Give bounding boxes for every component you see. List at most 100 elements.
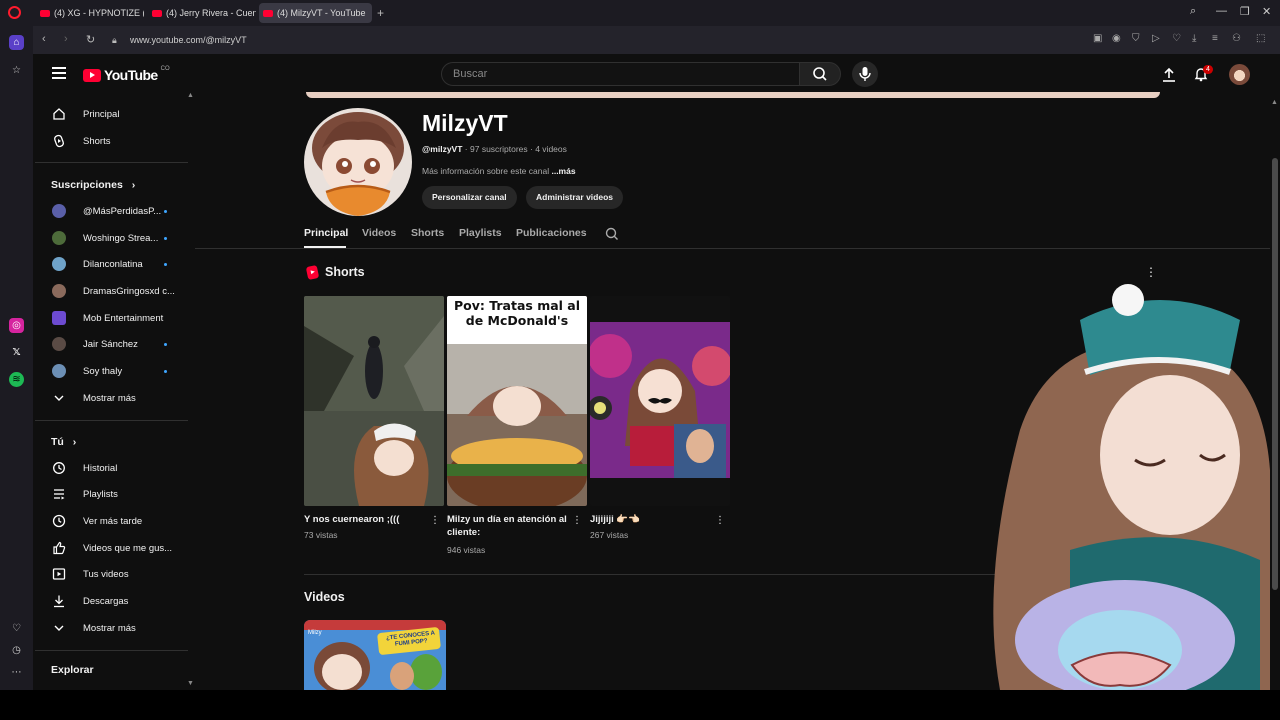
sidebar-item-your-videos[interactable]: Tus videos: [52, 564, 129, 584]
sidebar-subscription[interactable]: @MásPerdidasP...: [52, 201, 161, 221]
sidebar-item-label: Descargas: [83, 595, 129, 607]
sidebar-item-watch-later[interactable]: Ver más tarde: [52, 511, 142, 531]
url-field[interactable]: www.youtube.com/@milzyVT: [130, 35, 247, 45]
scroll-down-arrow-icon[interactable]: ▼: [187, 680, 194, 687]
browser-search-icon[interactable]: ⌕: [1190, 5, 1196, 18]
sidebar-item-historial[interactable]: Historial: [52, 458, 117, 478]
sidebar-item-playlists[interactable]: Playlists: [52, 484, 118, 504]
short-views: 73 vistas: [304, 530, 338, 540]
section-more-icon[interactable]: ⋮: [1145, 265, 1157, 279]
short-options-icon[interactable]: ⋮: [430, 515, 440, 526]
video-thumbnail[interactable]: Milzy ¿TE CONOCES A FUMI POP?: [304, 620, 446, 690]
browser-tab-bar: (4) XG - HYPNOTIZE (Offic (4) Jerry Rive…: [0, 0, 1280, 26]
tab-snap-icon[interactable]: ▣: [1093, 33, 1102, 44]
heart-icon[interactable]: ♡: [9, 621, 24, 636]
scroll-up-arrow-icon[interactable]: ▲: [187, 92, 194, 99]
history-clock-icon[interactable]: ◷: [9, 643, 24, 658]
tab-label: (4) MilzyVT - YouTube: [277, 8, 366, 18]
short-views: 946 vistas: [447, 545, 486, 555]
bookmark-heart-icon[interactable]: ♡: [1172, 33, 1181, 44]
download-icon[interactable]: ⤓: [1192, 33, 1196, 44]
spotify-icon[interactable]: ≋: [9, 372, 24, 387]
history-icon: [52, 461, 66, 475]
sidebar-item-shorts[interactable]: Shorts: [52, 131, 110, 151]
easy-setup-icon[interactable]: ≡: [1212, 33, 1218, 44]
channel-search-icon[interactable]: [605, 227, 619, 241]
tab-shorts[interactable]: Shorts: [411, 227, 444, 239]
browser-tab[interactable]: (4) XG - HYPNOTIZE (Offic: [36, 3, 144, 23]
account-avatar[interactable]: [1229, 64, 1250, 85]
short-title[interactable]: Jijijiji 👉🏻👈🏻: [590, 513, 715, 526]
new-content-dot: [164, 263, 167, 266]
browser-tab-active[interactable]: (4) MilzyVT - YouTube: [259, 3, 372, 23]
new-tab-icon[interactable]: +: [377, 6, 384, 20]
search-input[interactable]: Buscar: [441, 62, 799, 86]
short-options-icon[interactable]: ⋮: [572, 515, 582, 526]
youtube-logo[interactable]: YouTube CO: [83, 66, 170, 83]
sidebar-subscription[interactable]: DramasGringosxd c...: [52, 281, 175, 301]
you-header[interactable]: Tú ›: [51, 436, 76, 448]
search-button[interactable]: [799, 62, 841, 86]
manage-videos-button[interactable]: Administrar videos: [526, 186, 623, 209]
x-twitter-icon[interactable]: 𝕏: [9, 345, 24, 360]
sidebar-show-more-subs[interactable]: Mostrar más: [52, 388, 136, 408]
maximize-icon[interactable]: ❐: [1240, 5, 1250, 18]
upload-icon[interactable]: [1161, 67, 1177, 83]
camera-icon[interactable]: ◉: [1112, 33, 1121, 44]
short-thumbnail[interactable]: [304, 296, 444, 506]
vtuber-avatar-overlay: [960, 280, 1280, 690]
sidebar-subscription[interactable]: Jair Sánchez: [52, 334, 138, 354]
menu-icon[interactable]: [52, 67, 66, 79]
channel-about-link[interactable]: Más información sobre este canal ...más: [422, 166, 576, 176]
watch-later-icon: [52, 514, 66, 528]
opera-logo-icon[interactable]: [8, 6, 21, 19]
sidebar-subscription[interactable]: Dilanconlatina: [52, 254, 143, 274]
sidebar-show-more-you[interactable]: Mostrar más: [52, 618, 136, 638]
shield-icon[interactable]: ⛉: [1132, 33, 1140, 44]
tab-publicaciones[interactable]: Publicaciones: [516, 227, 587, 239]
profile-icon[interactable]: ⚇: [1232, 33, 1241, 44]
short-title[interactable]: Milzy un día en atención al cliente:: [447, 513, 572, 539]
sidebar-subscription[interactable]: Woshingo Strea...: [52, 228, 158, 248]
chevron-down-icon: [52, 621, 66, 635]
channel-avatar-small: [52, 284, 66, 298]
minimize-icon[interactable]: —: [1216, 5, 1227, 17]
short-options-icon[interactable]: ⋮: [715, 515, 725, 526]
workspace-icon[interactable]: ⌂: [9, 35, 24, 50]
player-icon[interactable]: ▷: [1152, 33, 1160, 44]
sidebar-item-label: Jair Sánchez: [83, 338, 138, 350]
scroll-up-arrow-icon[interactable]: ▲: [1271, 99, 1278, 106]
forward-icon[interactable]: ›: [64, 33, 68, 45]
back-icon[interactable]: ‹: [42, 33, 46, 45]
sidebar-item-principal[interactable]: Principal: [52, 104, 119, 124]
sidebar-item-liked-videos[interactable]: Videos que me gus...: [52, 538, 172, 558]
close-window-icon[interactable]: ✕: [1262, 5, 1271, 18]
sidebar-subscription[interactable]: Soy thaly: [52, 361, 122, 381]
subscriptions-header[interactable]: Suscripciones ›: [51, 179, 135, 191]
more-dots-icon[interactable]: ⋯: [9, 665, 24, 680]
star-icon[interactable]: ☆: [9, 63, 24, 78]
channel-banner[interactable]: [306, 92, 1160, 98]
browser-tab[interactable]: (4) Jerry Rivera - Cuen: [148, 3, 256, 23]
short-title[interactable]: Y nos cuernearon ;(((: [304, 513, 429, 526]
playlists-icon: [52, 487, 66, 501]
subscriptions-header-label: Suscripciones: [51, 179, 123, 191]
scrollbar-thumb[interactable]: [1272, 158, 1278, 590]
sidebar-item-label: Ver más tarde: [83, 515, 143, 527]
sidebar-subscription[interactable]: Mob Entertainment: [52, 308, 163, 328]
tab-principal[interactable]: Principal: [304, 227, 348, 239]
reload-icon[interactable]: ↻: [86, 33, 95, 46]
tab-videos[interactable]: Videos: [362, 227, 396, 239]
short-thumbnail[interactable]: [590, 296, 730, 506]
sidebar-item-downloads[interactable]: Descargas: [52, 591, 128, 611]
channel-avatar[interactable]: [304, 108, 412, 216]
short-thumbnail[interactable]: Pov: Tratas mal al de McDonald's: [447, 296, 587, 506]
customize-channel-button[interactable]: Personalizar canal: [422, 186, 517, 209]
channel-avatar-small: [52, 364, 66, 378]
aria-icon[interactable]: ⬚: [1256, 33, 1265, 44]
instagram-icon[interactable]: ◎: [9, 318, 24, 333]
microphone-icon: [859, 67, 871, 81]
new-content-dot: [164, 237, 167, 240]
voice-search-button[interactable]: [852, 61, 878, 87]
tab-playlists[interactable]: Playlists: [459, 227, 502, 239]
